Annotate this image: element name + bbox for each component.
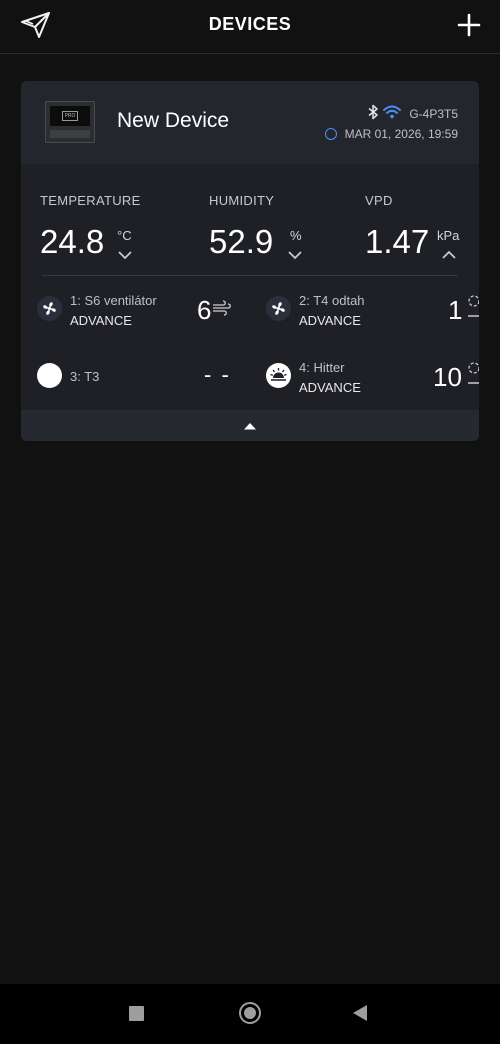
last-sync: MAR 01, 2026, 19:59	[324, 127, 458, 141]
port-item-3[interactable]: 3: T3 - -	[21, 353, 250, 403]
temperature-value: 24.8	[40, 223, 105, 260]
port-item-1[interactable]: 1: S6 ventilátor ADVANCE 6	[21, 286, 250, 336]
fan-icon	[266, 296, 291, 321]
temperature-reading[interactable]: TEMPERATURE 24.8 °C	[40, 193, 141, 260]
wifi-icon	[383, 105, 402, 124]
port-name: 4: Hitter	[299, 360, 345, 375]
temperature-label: TEMPERATURE	[40, 193, 141, 208]
humidity-value: 52.9	[209, 223, 274, 260]
heater-icon	[266, 363, 291, 388]
app-root: DEVICES PRO New Device G-4P3T5 MAR 01, 2…	[0, 0, 500, 1044]
trend-down-icon	[288, 251, 302, 260]
plus-icon[interactable]	[456, 12, 482, 38]
wind-icon	[213, 300, 231, 316]
divider	[42, 275, 458, 276]
port-name: 1: S6 ventilátor	[70, 293, 157, 308]
port-level: - -	[204, 362, 231, 387]
timestamp: MAR 01, 2026, 19:59	[344, 127, 458, 141]
port-name: 3: T3	[70, 369, 100, 384]
card-footer[interactable]	[21, 410, 479, 441]
vpd-value: 1.47	[365, 223, 430, 260]
device-card[interactable]: PRO New Device G-4P3T5 MAR 01, 2026, 19:…	[21, 81, 479, 441]
recent-apps-icon[interactable]	[129, 1006, 144, 1021]
collapse-icon[interactable]	[243, 422, 257, 430]
port-level: 6	[197, 295, 212, 325]
port-level: 1	[448, 295, 463, 325]
system-nav-bar	[0, 984, 500, 1044]
port-item-2[interactable]: 2: T4 odtah ADVANCE 1	[250, 286, 479, 336]
port-mode: ADVANCE	[299, 380, 361, 395]
connection-status: G-4P3T5	[367, 104, 458, 125]
empty-port-icon	[37, 363, 62, 388]
home-icon[interactable]	[239, 1002, 261, 1024]
top-bar: DEVICES	[0, 0, 500, 54]
trend-up-icon	[442, 250, 456, 259]
humidity-label: HUMIDITY	[209, 193, 275, 208]
device-name: New Device	[117, 109, 230, 132]
vpd-reading[interactable]: VPD 1.47 kPa	[365, 193, 459, 260]
level-gauge-icon	[468, 362, 479, 384]
port-item-4[interactable]: 4: Hitter ADVANCE 10	[250, 353, 479, 403]
port-mode: ADVANCE	[299, 313, 361, 328]
trend-down-icon	[118, 251, 132, 260]
port-level: 10	[433, 362, 462, 392]
fan-icon	[37, 296, 62, 321]
vpd-label: VPD	[365, 193, 393, 208]
bluetooth-icon	[367, 104, 379, 125]
humidity-unit: %	[290, 228, 302, 243]
vpd-unit: kPa	[437, 228, 460, 243]
level-gauge-icon	[468, 295, 479, 317]
temperature-unit: °C	[117, 228, 132, 243]
back-icon[interactable]	[353, 1005, 367, 1021]
device-id: G-4P3T5	[409, 107, 458, 121]
page-title: DEVICES	[208, 14, 292, 34]
port-mode: ADVANCE	[70, 313, 132, 328]
device-thumbnail: PRO	[45, 101, 95, 143]
sync-status-icon	[324, 128, 337, 140]
humidity-reading[interactable]: HUMIDITY 52.9 %	[209, 193, 302, 260]
port-name: 2: T4 odtah	[299, 293, 365, 308]
device-card-header[interactable]: PRO New Device G-4P3T5 MAR 01, 2026, 19:…	[21, 81, 479, 164]
